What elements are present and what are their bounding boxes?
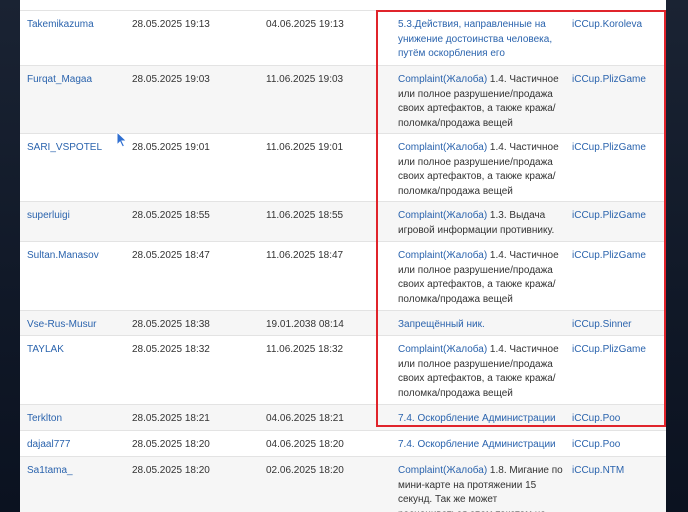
unban-date: 11.06.2025 19:01: [266, 142, 344, 153]
table-row: Terklton 28.05.2025 18:21 04.06.2025 18:…: [20, 404, 666, 431]
complaint-link[interactable]: Complaint(Жалоба): [398, 74, 487, 85]
player-nick-link[interactable]: superluigi: [27, 209, 70, 224]
table-row-partial: [20, 0, 666, 10]
player-nick-link[interactable]: Vse-Rus-Musur: [27, 318, 96, 333]
reason-rule-link[interactable]: Запрещённый ник.: [398, 319, 485, 330]
player-nick-link[interactable]: dajaal777: [27, 438, 70, 453]
unban-date: 04.06.2025 19:13: [266, 19, 344, 30]
ban-date: 28.05.2025 19:03: [132, 74, 210, 85]
table-row: TAYLAK 28.05.2025 18:32 11.06.2025 18:32…: [20, 335, 666, 413]
bans-table: Takemikazuma 28.05.2025 19:13 04.06.2025…: [20, 0, 666, 512]
complaint-link[interactable]: Complaint(Жалоба): [398, 465, 487, 476]
table-row: Vse-Rus-Musur 28.05.2025 18:38 19.01.203…: [20, 310, 666, 336]
table-row: Sa1tama_ 28.05.2025 18:20 02.06.2025 18:…: [20, 456, 666, 512]
unban-date: 04.06.2025 18:21: [266, 413, 344, 424]
player-nick-link[interactable]: Sa1tama_: [27, 464, 73, 479]
ban-reason: Complaint(Жалоба) 1.8. Мигание по мини-к…: [398, 464, 564, 512]
admin-link[interactable]: iCCup.PlizGame: [572, 343, 646, 358]
admin-link[interactable]: iCCup.PlizGame: [572, 209, 646, 224]
page-background-left: [0, 0, 20, 512]
player-nick-link[interactable]: Sultan.Manasov: [27, 249, 99, 264]
unban-date: 02.06.2025 18:20: [266, 465, 344, 476]
ban-date: 28.05.2025 18:20: [132, 439, 210, 450]
admin-link[interactable]: iCCup.PlizGame: [572, 249, 646, 264]
ban-date: 28.05.2025 19:13: [132, 19, 210, 30]
ban-date: 28.05.2025 18:20: [132, 465, 210, 476]
unban-date: 11.06.2025 19:03: [266, 74, 344, 85]
table-row: Takemikazuma 28.05.2025 19:13 04.06.2025…: [20, 10, 666, 74]
player-nick-link[interactable]: Furqat_Magaa: [27, 73, 92, 88]
player-nick-link[interactable]: Terklton: [27, 412, 62, 427]
unban-date: 11.06.2025 18:32: [266, 344, 344, 355]
player-nick-link[interactable]: Takemikazuma: [27, 18, 94, 33]
admin-link[interactable]: iCCup.PlizGame: [572, 141, 646, 156]
mouse-cursor-icon: [116, 131, 128, 148]
unban-date: 11.06.2025 18:47: [266, 250, 344, 261]
complaint-link[interactable]: Complaint(Жалоба): [398, 210, 487, 221]
ban-reason: Запрещённый ник.: [398, 318, 564, 333]
admin-link[interactable]: iCCup.Sinner: [572, 318, 631, 333]
admin-link[interactable]: iCCup.Poo: [572, 438, 620, 453]
table-row: Furqat_Magaa 28.05.2025 19:03 11.06.2025…: [20, 65, 666, 143]
complaint-link[interactable]: Complaint(Жалоба): [398, 344, 487, 355]
ban-date: 28.05.2025 18:21: [132, 413, 210, 424]
unban-date: 19.01.2038 08:14: [266, 319, 344, 330]
ban-date: 28.05.2025 19:01: [132, 142, 210, 153]
table-row: dajaal777 28.05.2025 18:20 04.06.2025 18…: [20, 430, 666, 457]
table-row: Sultan.Manasov 28.05.2025 18:47 11.06.20…: [20, 241, 666, 319]
ban-date: 28.05.2025 18:47: [132, 250, 210, 261]
admin-link[interactable]: iCCup.NTM: [572, 464, 624, 479]
player-nick-link[interactable]: SARI_VSPOTEL: [27, 141, 102, 156]
ban-reason: 7.4. Оскорбление Администрации: [398, 438, 564, 453]
reason-rule-link[interactable]: 7.4. Оскорбление Администрации: [398, 413, 556, 424]
ban-date: 28.05.2025 18:38: [132, 319, 210, 330]
unban-date: 04.06.2025 18:20: [266, 439, 344, 450]
complaint-link[interactable]: Complaint(Жалоба): [398, 142, 487, 153]
ban-reason: 7.4. Оскорбление Администрации: [398, 412, 564, 427]
complaint-link[interactable]: Complaint(Жалоба): [398, 250, 487, 261]
ban-date: 28.05.2025 18:55: [132, 210, 210, 221]
unban-date: 11.06.2025 18:55: [266, 210, 344, 221]
player-nick-link[interactable]: TAYLAK: [27, 343, 64, 358]
admin-link[interactable]: iCCup.Koroleva: [572, 18, 642, 33]
table-row: superluigi 28.05.2025 18:55 11.06.2025 1…: [20, 201, 666, 242]
admin-link[interactable]: iCCup.PlizGame: [572, 73, 646, 88]
page-background-right: [666, 0, 688, 512]
ban-reason: Complaint(Жалоба) 1.3. Выдача игровой ин…: [398, 209, 564, 238]
reason-rule-link[interactable]: 7.4. Оскорбление Администрации: [398, 439, 556, 450]
ban-date: 28.05.2025 18:32: [132, 344, 210, 355]
admin-link[interactable]: iCCup.Poo: [572, 412, 620, 427]
